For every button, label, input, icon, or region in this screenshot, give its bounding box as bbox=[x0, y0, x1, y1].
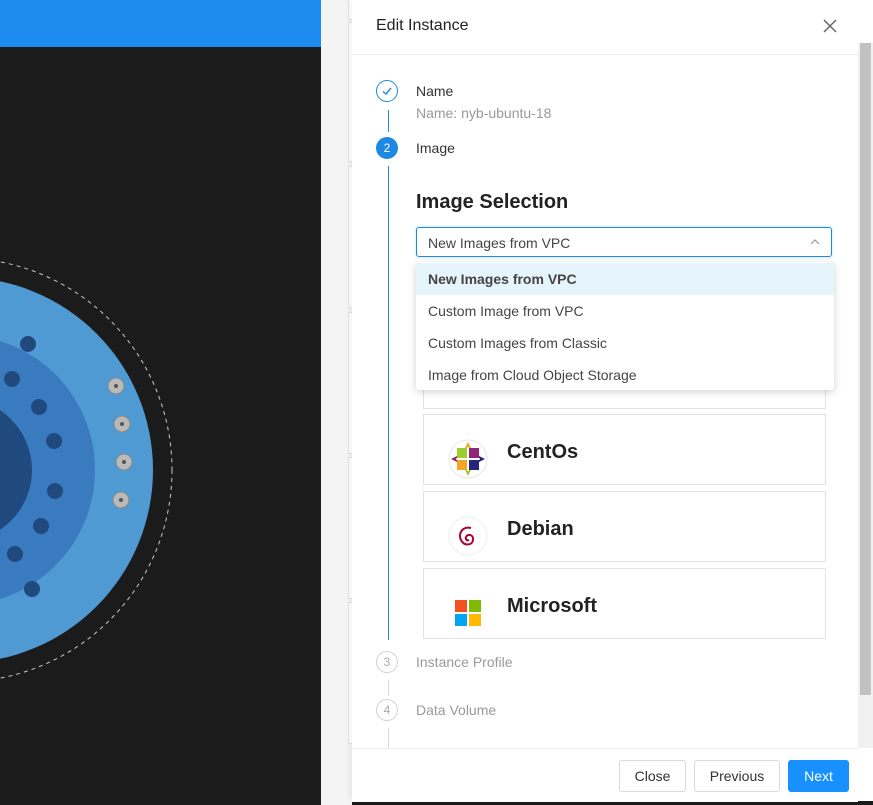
step-3-indicator: 3 bbox=[376, 651, 398, 673]
dropdown-option[interactable]: Custom Images from Classic bbox=[416, 327, 834, 359]
drawer-title: Edit Instance bbox=[376, 17, 469, 34]
step-1-indicator bbox=[376, 80, 398, 102]
chevron-up-icon bbox=[810, 239, 820, 245]
step-connector bbox=[388, 680, 389, 696]
dropdown-option[interactable]: Custom Image from VPC bbox=[416, 295, 834, 327]
step-1-title: Name bbox=[416, 83, 454, 99]
check-icon bbox=[382, 87, 392, 95]
previous-button[interactable]: Previous bbox=[694, 760, 780, 792]
os-option-label: Debian bbox=[507, 518, 574, 540]
scrollbar-thumb[interactable] bbox=[860, 43, 871, 695]
background-illustration bbox=[0, 261, 173, 679]
step-connector bbox=[388, 728, 389, 748]
os-option-debian[interactable]: Debian bbox=[423, 491, 826, 562]
next-button[interactable]: Next bbox=[788, 760, 849, 792]
step-4-indicator: 4 bbox=[376, 699, 398, 721]
os-option-label: CentOs bbox=[507, 441, 579, 463]
close-icon[interactable] bbox=[820, 16, 840, 36]
microsoft-icon bbox=[449, 594, 487, 632]
image-source-select[interactable]: New Images from VPC bbox=[416, 227, 832, 257]
step-2-title: Image bbox=[416, 140, 455, 156]
close-button[interactable]: Close bbox=[619, 760, 686, 792]
image-source-select-value: New Images from VPC bbox=[428, 235, 571, 251]
step-connector bbox=[388, 166, 389, 640]
underlying-page bbox=[321, 0, 352, 805]
dropdown-option[interactable]: Image from Cloud Object Storage bbox=[416, 359, 834, 391]
step-4-title: Data Volume bbox=[416, 702, 497, 718]
step-connector bbox=[388, 110, 389, 132]
os-option-microsoft[interactable]: Microsoft bbox=[423, 568, 826, 639]
step-2-indicator: 2 bbox=[376, 137, 398, 159]
os-option-label: Microsoft bbox=[507, 595, 597, 617]
drawer-footer: Close Previous Next bbox=[352, 748, 858, 802]
image-source-dropdown: New Images from VPC Custom Image from VP… bbox=[416, 262, 834, 390]
centos-icon bbox=[448, 439, 488, 479]
image-selection-heading: Image Selection bbox=[416, 191, 569, 213]
edit-instance-drawer: Edit Instance Name Name: nyb-ubuntu-18 2… bbox=[352, 0, 873, 802]
debian-icon bbox=[448, 516, 488, 556]
step-3-title: Instance Profile bbox=[416, 654, 513, 670]
step-1-subtitle: Name: nyb-ubuntu-18 bbox=[416, 105, 552, 121]
dropdown-option[interactable]: New Images from VPC bbox=[416, 263, 834, 295]
background-app bbox=[0, 0, 321, 805]
os-option-centos[interactable]: CentOs bbox=[423, 414, 826, 485]
drawer-header: Edit Instance bbox=[352, 0, 873, 55]
